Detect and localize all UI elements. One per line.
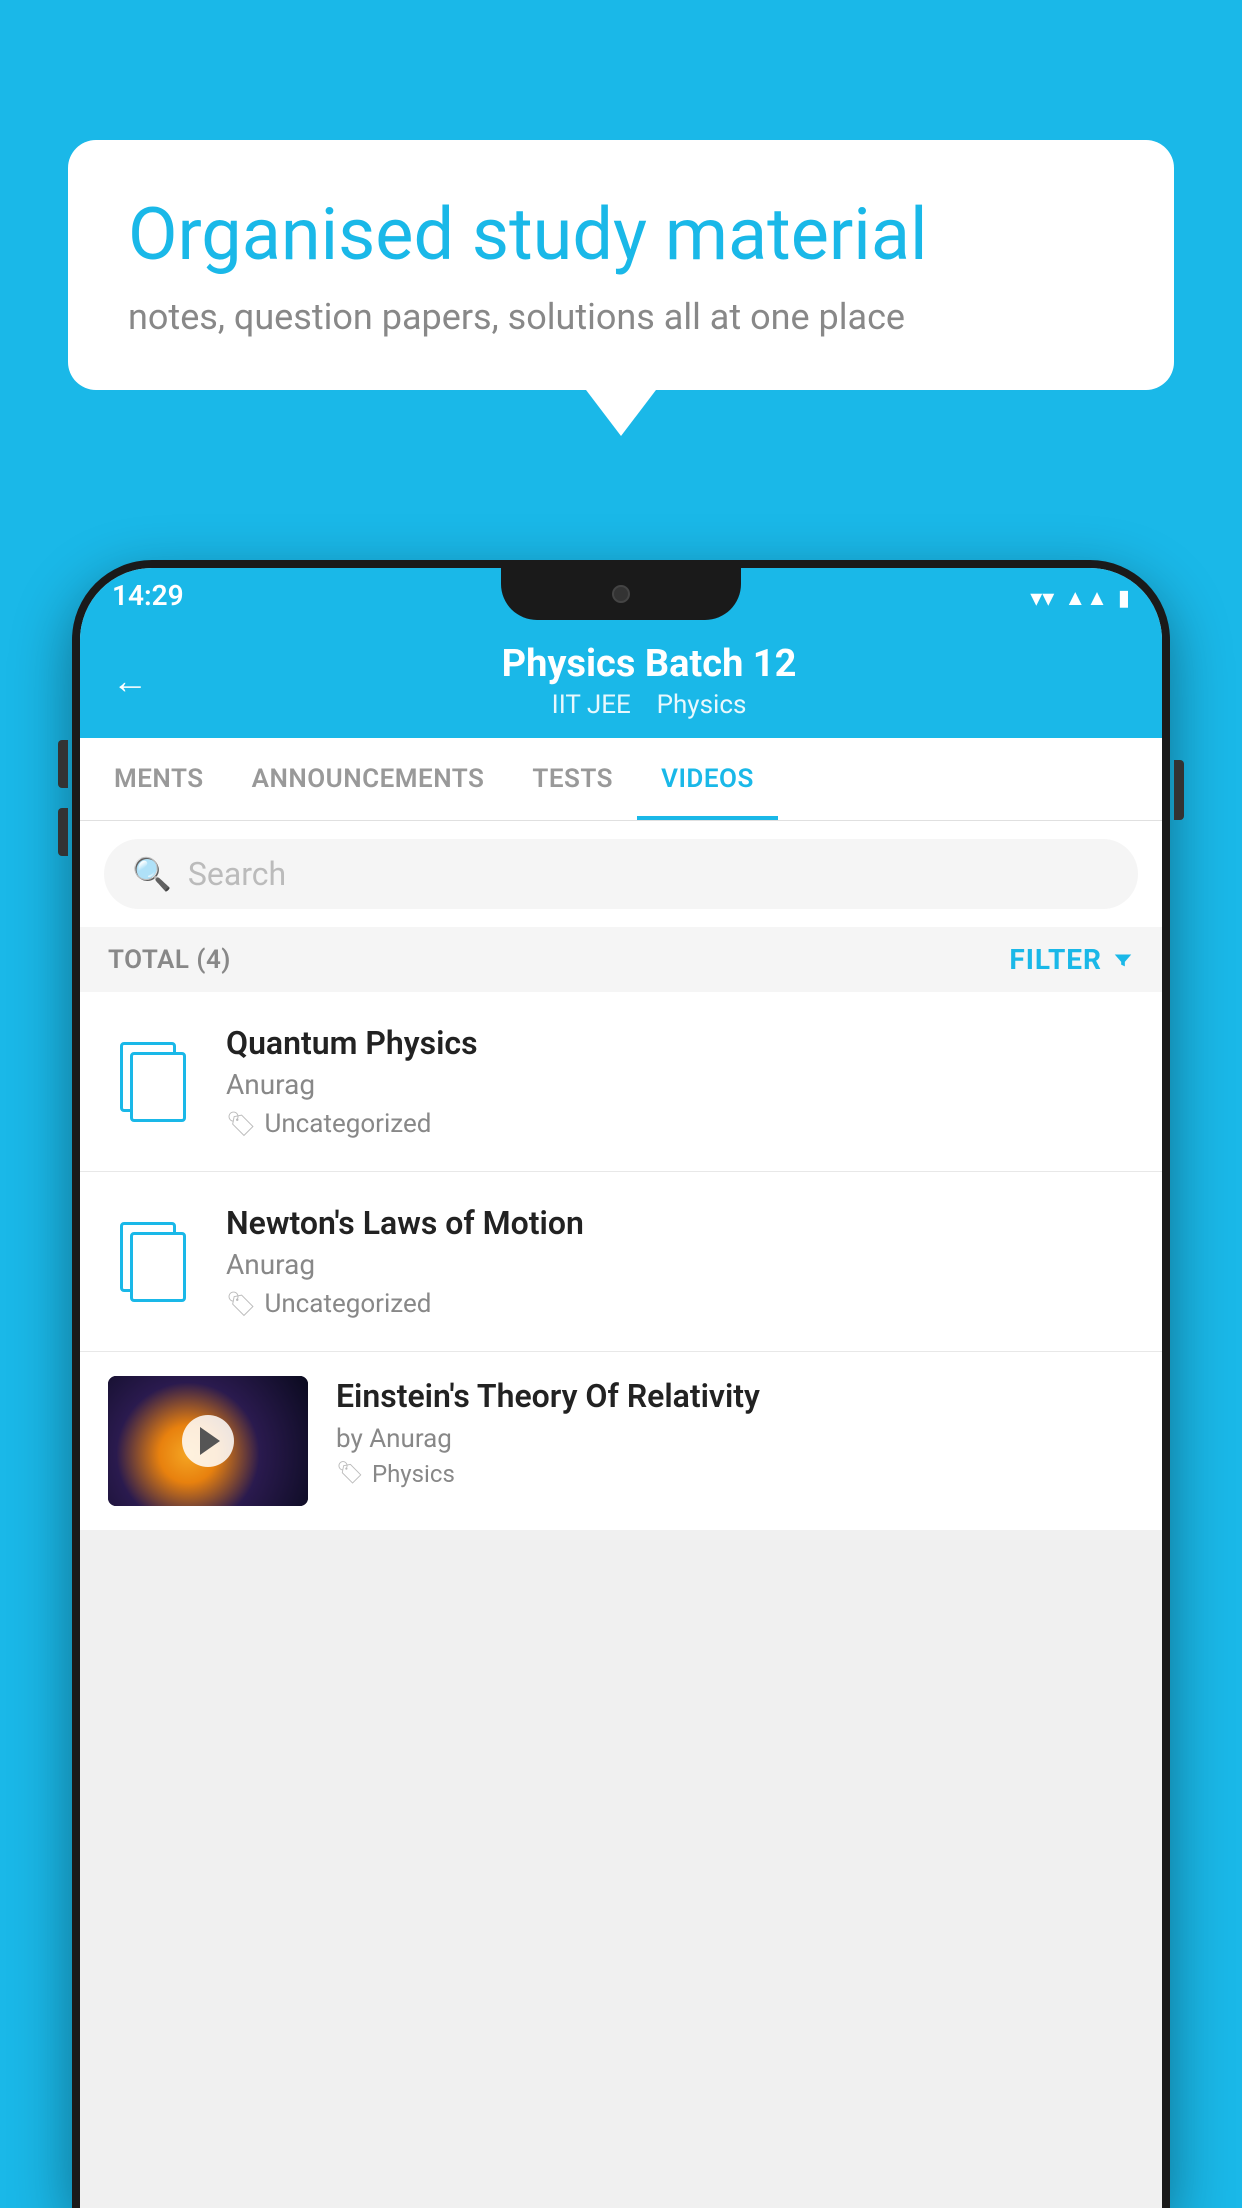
thumb-background: [108, 1376, 308, 1506]
search-input-wrap[interactable]: 🔍 Search: [104, 839, 1138, 909]
subject-tag2: Physics: [657, 690, 747, 720]
subject-tag1: IIT JEE: [552, 690, 631, 720]
search-icon: 🔍: [132, 855, 172, 893]
batch-subtitle: IIT JEE Physics: [168, 690, 1130, 720]
signal-icon: ▲▲: [1064, 585, 1108, 611]
batch-title: Physics Batch 12: [168, 642, 1130, 686]
tag-icon: 🏷: [336, 1461, 364, 1486]
phone-frame: 14:29 ▾▾ ▲▲ ▮ ← Physics Batch 12 IIT JEE…: [72, 560, 1170, 2208]
doc-icon: [120, 1042, 186, 1122]
tag-icon: 🏷: [226, 1290, 256, 1318]
status-time: 14:29: [112, 579, 184, 612]
content-list: Quantum Physics Anurag 🏷 Uncategorized: [80, 992, 1162, 1530]
power-button: [1174, 760, 1184, 820]
filter-label: FILTER: [1009, 943, 1102, 976]
list-item[interactable]: Quantum Physics Anurag 🏷 Uncategorized: [80, 992, 1162, 1172]
speech-bubble: Organised study material notes, question…: [68, 140, 1174, 390]
item-icon-quantum: [108, 1037, 198, 1127]
tag-icon: 🏷: [226, 1110, 256, 1138]
subtext: notes, question papers, solutions all at…: [128, 296, 1114, 338]
front-camera: [612, 585, 630, 603]
volume-down-button: [58, 808, 68, 856]
back-button[interactable]: ←: [112, 660, 148, 702]
item-title: Quantum Physics: [226, 1024, 1134, 1062]
search-placeholder: Search: [188, 855, 286, 893]
item-tag: 🏷 Uncategorized: [226, 1289, 1134, 1319]
filter-icon: [1112, 949, 1134, 971]
item-icon-newton: [108, 1217, 198, 1307]
tag-text: Physics: [372, 1460, 455, 1488]
phone-notch: [501, 568, 741, 620]
item-tag: 🏷 Physics: [336, 1460, 1134, 1488]
wifi-icon: ▾▾: [1030, 584, 1054, 612]
item-thumbnail: [108, 1376, 308, 1506]
filter-button[interactable]: FILTER: [1009, 943, 1134, 976]
doc-icon: [120, 1222, 186, 1302]
tabs-bar: MENTS ANNOUNCEMENTS TESTS VIDEOS: [80, 738, 1162, 821]
list-item-einstein[interactable]: Einstein's Theory Of Relativity by Anura…: [80, 1352, 1162, 1530]
filter-bar: TOTAL (4) FILTER: [80, 927, 1162, 992]
item-tag: 🏷 Uncategorized: [226, 1109, 1134, 1139]
item-author: Anurag: [226, 1068, 1134, 1101]
tag-text: Uncategorized: [264, 1289, 431, 1319]
phone-screen: 14:29 ▾▾ ▲▲ ▮ ← Physics Batch 12 IIT JEE…: [80, 568, 1162, 2208]
total-count: TOTAL (4): [108, 945, 231, 975]
item-author: Anurag: [226, 1248, 1134, 1281]
tag-text: Uncategorized: [264, 1109, 431, 1139]
item-info-quantum: Quantum Physics Anurag 🏷 Uncategorized: [226, 1024, 1134, 1139]
battery-icon: ▮: [1118, 586, 1130, 611]
search-bar: 🔍 Search: [80, 821, 1162, 927]
tab-ments[interactable]: MENTS: [90, 738, 228, 820]
list-item[interactable]: Newton's Laws of Motion Anurag 🏷 Uncateg…: [80, 1172, 1162, 1352]
volume-up-button: [58, 740, 68, 788]
doc-page-front: [130, 1232, 186, 1302]
tab-tests[interactable]: TESTS: [508, 738, 637, 820]
app-header: ← Physics Batch 12 IIT JEE Physics: [80, 620, 1162, 738]
item-title: Einstein's Theory Of Relativity: [336, 1376, 1134, 1418]
item-info-einstein: Einstein's Theory Of Relativity by Anura…: [336, 1376, 1134, 1488]
headline: Organised study material: [128, 192, 1114, 278]
item-author: by Anurag: [336, 1424, 1134, 1454]
play-triangle-icon: [200, 1427, 220, 1455]
item-title: Newton's Laws of Motion: [226, 1204, 1134, 1242]
doc-page-front: [130, 1052, 186, 1122]
header-title-area: Physics Batch 12 IIT JEE Physics: [168, 642, 1130, 720]
item-info-newton: Newton's Laws of Motion Anurag 🏷 Uncateg…: [226, 1204, 1134, 1319]
play-button[interactable]: [182, 1415, 234, 1467]
status-icons: ▾▾ ▲▲ ▮: [1030, 584, 1130, 612]
tab-announcements[interactable]: ANNOUNCEMENTS: [228, 738, 509, 820]
speech-bubble-container: Organised study material notes, question…: [68, 140, 1174, 390]
tab-videos[interactable]: VIDEOS: [637, 738, 778, 820]
